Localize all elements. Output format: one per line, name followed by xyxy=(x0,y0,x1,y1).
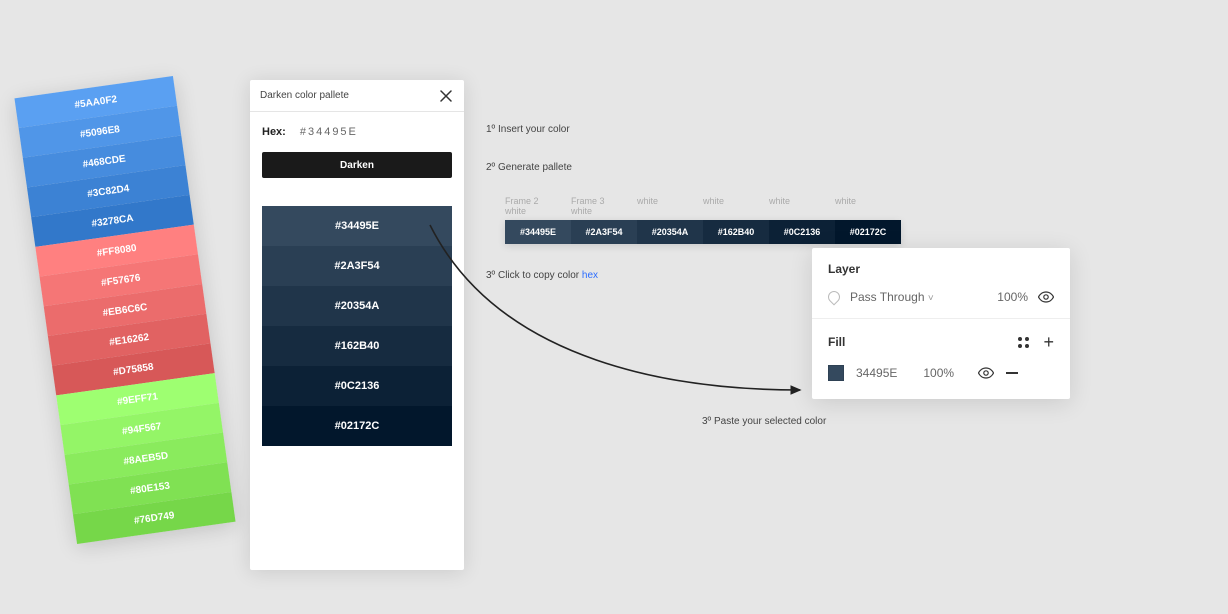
frame-swatch[interactable]: #0C2136 xyxy=(769,220,835,244)
step-3-hex-link[interactable]: hex xyxy=(582,270,598,281)
shade-swatch[interactable]: #162B40 xyxy=(262,326,452,366)
frames-header: Frame 2whiteFrame 3whitewhitewhitewhitew… xyxy=(505,196,901,216)
eye-icon[interactable] xyxy=(1038,291,1054,303)
step-3-prefix: 3º Click to copy color xyxy=(486,270,582,281)
plugin-title: Darken color pallete xyxy=(260,90,349,101)
close-icon[interactable] xyxy=(438,88,454,104)
plugin-header: Darken color pallete xyxy=(250,80,464,112)
eye-icon[interactable] xyxy=(978,367,994,379)
frame-header-col: white xyxy=(769,196,835,216)
hex-label: Hex: xyxy=(262,126,286,138)
frame-header-col: Frame 2white xyxy=(505,196,571,216)
frame-swatch[interactable]: #162B40 xyxy=(703,220,769,244)
remove-fill-icon[interactable] xyxy=(1006,372,1018,374)
frame-header-col: white xyxy=(835,196,901,216)
figma-properties-panel: Layer Pass Through ˅ 100% Fill + 34495E xyxy=(812,248,1070,399)
step-4-label: 3º Paste your selected color xyxy=(702,416,826,427)
layer-section: Layer Pass Through ˅ 100% xyxy=(812,248,1070,319)
blend-mode-icon[interactable] xyxy=(826,289,843,306)
step-2-label: 2º Generate pallete xyxy=(486,162,572,173)
frames-row: #34495E#2A3F54#20354A#162B40#0C2136#0217… xyxy=(505,220,901,244)
frame-header-col: Frame 3white xyxy=(571,196,637,216)
frame-swatch[interactable]: #02172C xyxy=(835,220,901,244)
shade-swatch[interactable]: #2A3F54 xyxy=(262,246,452,286)
fill-section-title: Fill xyxy=(828,335,845,349)
frame-header-col: white xyxy=(703,196,769,216)
fill-opacity-input[interactable]: 100% xyxy=(923,366,954,380)
chevron-down-icon: ˅ xyxy=(928,293,934,304)
frame-swatch[interactable]: #20354A xyxy=(637,220,703,244)
fill-hex-input[interactable]: 34495E xyxy=(856,366,897,380)
fill-section: Fill + 34495E 100% xyxy=(812,319,1070,399)
frame-swatch[interactable]: #2A3F54 xyxy=(571,220,637,244)
darken-button[interactable]: Darken xyxy=(262,152,452,178)
darken-plugin-panel: Darken color pallete Hex: #34495E Darken… xyxy=(250,80,464,570)
frame-header-col: white xyxy=(637,196,703,216)
fill-swatch[interactable] xyxy=(828,365,844,381)
stacked-palette: #5AA0F2#5096E8#468CDE#3C82D4#3278CA#FF80… xyxy=(14,76,235,544)
hex-input-row: Hex: #34495E xyxy=(250,112,464,148)
layer-opacity-input[interactable]: 100% xyxy=(997,290,1028,304)
shade-swatch[interactable]: #0C2136 xyxy=(262,366,452,406)
add-fill-icon[interactable]: + xyxy=(1043,333,1054,351)
hex-input[interactable]: #34495E xyxy=(300,126,358,138)
style-grid-icon[interactable] xyxy=(1018,337,1029,348)
blend-mode-dropdown[interactable]: Pass Through ˅ xyxy=(850,290,934,304)
shade-swatch[interactable]: #20354A xyxy=(262,286,452,326)
frame-swatch[interactable]: #34495E xyxy=(505,220,571,244)
shade-swatch[interactable]: #34495E xyxy=(262,206,452,246)
shade-swatch[interactable]: #02172C xyxy=(262,406,452,446)
layer-section-title: Layer xyxy=(828,262,1054,276)
blend-mode-value: Pass Through xyxy=(850,290,925,304)
shade-list: #34495E#2A3F54#20354A#162B40#0C2136#0217… xyxy=(262,206,452,446)
step-1-label: 1º Insert your color xyxy=(486,124,570,135)
step-3-label: 3º Click to copy color hex xyxy=(486,270,598,281)
